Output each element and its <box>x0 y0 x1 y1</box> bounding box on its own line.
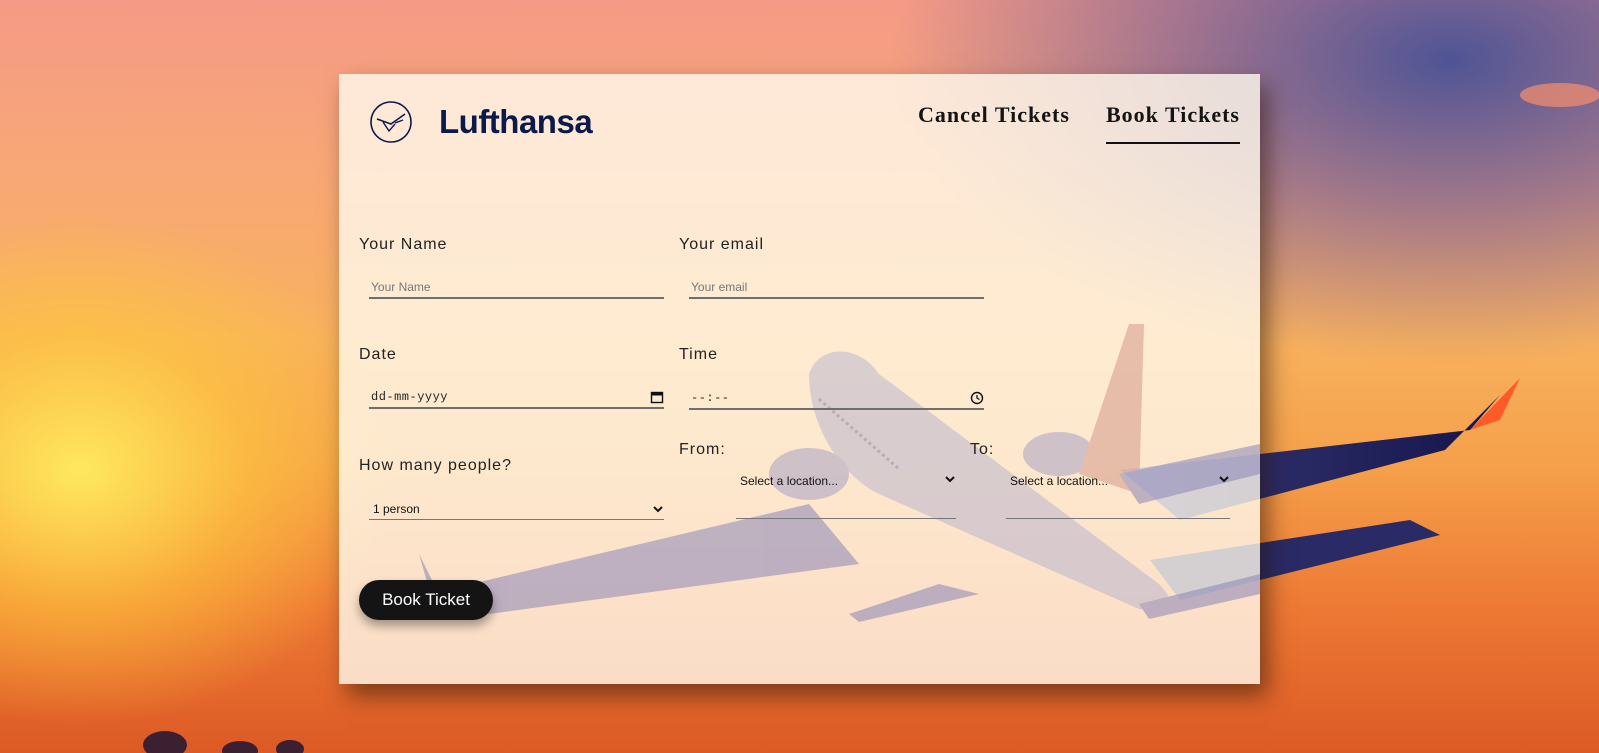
nav-book-tickets[interactable]: Book Tickets <box>1105 102 1240 144</box>
chevron-down-icon <box>652 504 664 514</box>
time-value: --:-- <box>691 391 730 405</box>
lufthansa-crane-icon <box>370 101 412 143</box>
from-label: From: <box>679 441 726 458</box>
date-value: dd-mm-yyyy <box>371 390 449 404</box>
time-input[interactable]: --:-- <box>689 388 984 410</box>
email-input[interactable] <box>689 277 984 297</box>
to-select[interactable]: Select a location... <box>1006 474 1230 519</box>
to-value: Select a location... <box>1010 474 1109 488</box>
people-value: 1 person <box>373 501 420 516</box>
chevron-down-icon <box>1218 474 1230 484</box>
date-label: Date <box>359 346 397 363</box>
background-clouds <box>143 731 304 753</box>
name-label: Your Name <box>359 236 448 253</box>
email-field <box>689 277 984 299</box>
date-input[interactable]: dd-mm-yyyy <box>369 387 664 409</box>
booking-card: Lufthansa Cancel Tickets Book Tickets Yo… <box>339 74 1260 684</box>
brand-logo[interactable]: Lufthansa <box>369 100 593 144</box>
name-input[interactable] <box>369 277 664 297</box>
people-label: How many people? <box>359 457 512 474</box>
name-field <box>369 277 664 299</box>
nav-cancel-tickets[interactable]: Cancel Tickets <box>918 102 1070 144</box>
calendar-icon[interactable] <box>650 390 664 404</box>
email-label: Your email <box>679 236 765 253</box>
book-ticket-button[interactable]: Book Ticket <box>359 580 493 620</box>
to-label: To: <box>970 441 995 458</box>
time-label: Time <box>679 346 718 363</box>
top-nav: Cancel Tickets Book Tickets <box>882 102 1240 144</box>
clock-icon[interactable] <box>970 391 984 405</box>
brand-name: Lufthansa <box>439 103 593 140</box>
chevron-down-icon <box>944 474 956 484</box>
from-value: Select a location... <box>740 474 839 488</box>
from-select[interactable]: Select a location... <box>736 474 956 519</box>
people-select[interactable]: 1 person <box>369 498 664 520</box>
